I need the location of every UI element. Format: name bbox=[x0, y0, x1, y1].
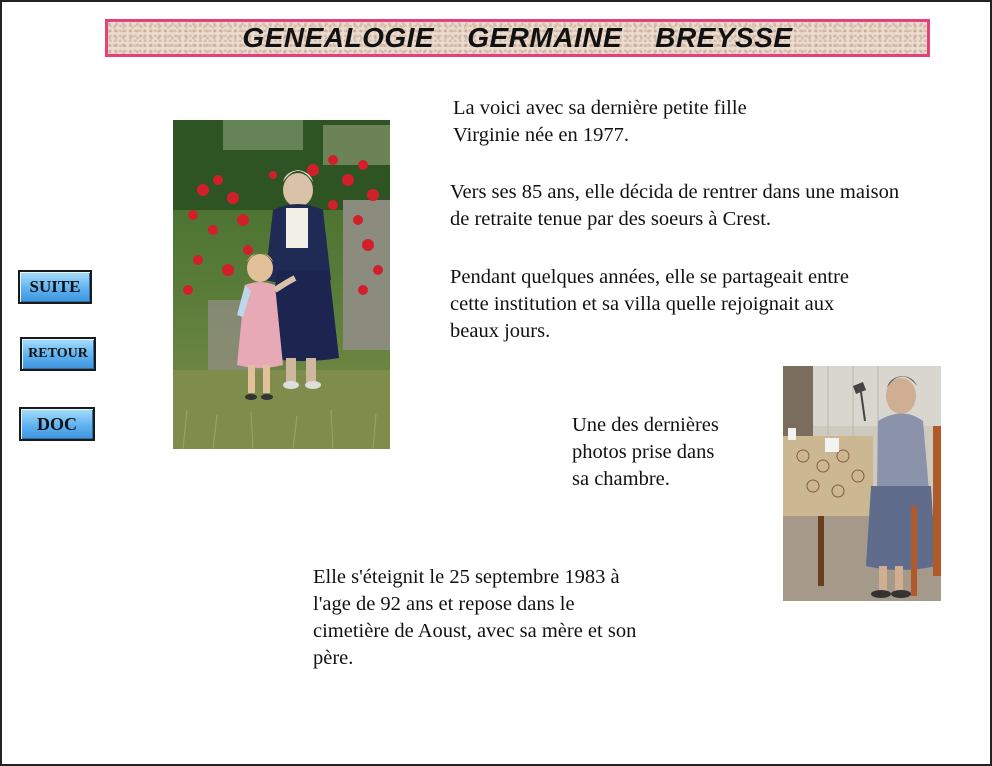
caption-room-photo: Une des dernières photos prise dans sa c… bbox=[572, 412, 772, 493]
text-line: sa chambre. bbox=[572, 468, 670, 490]
paragraph-death: Elle s'éteignit le 25 septembre 1983 à l… bbox=[313, 564, 703, 672]
text-line: Virginie née en 1977. bbox=[453, 124, 630, 146]
photo-room-portrait bbox=[783, 366, 941, 601]
paragraph-retirement: Vers ses 85 ans, elle décida de rentrer … bbox=[450, 179, 970, 233]
page-frame: GENEALOGIE GERMAINE BREYSSE SUITE RETOUR… bbox=[0, 0, 992, 766]
text-line: père. bbox=[313, 647, 354, 669]
paragraph-granddaughter: La voici avec sa dernière petite fille V… bbox=[453, 95, 873, 149]
text-line: Elle s'éteignit le 25 septembre 1983 à bbox=[313, 566, 620, 588]
text-line: l'age de 92 ans et repose dans le bbox=[313, 593, 575, 615]
paragraph-villa: Pendant quelques années, elle se partage… bbox=[450, 264, 920, 345]
doc-button[interactable]: DOC bbox=[19, 407, 95, 441]
text-line: cimetière de Aoust, avec sa mère et son bbox=[313, 620, 637, 642]
text-line: beaux jours. bbox=[450, 320, 551, 342]
text-line: Vers ses 85 ans, elle décida de rentrer … bbox=[450, 181, 900, 203]
text-line: photos prise dans bbox=[572, 441, 715, 463]
text-line: Une des dernières bbox=[572, 414, 719, 436]
text-line: de retraite tenue par des soeurs à Crest… bbox=[450, 208, 772, 230]
text-line: La voici avec sa dernière petite fille bbox=[453, 97, 747, 119]
page-title: GENEALOGIE GERMAINE BREYSSE bbox=[242, 22, 793, 53]
title-banner: GENEALOGIE GERMAINE BREYSSE bbox=[105, 19, 930, 57]
retour-button[interactable]: RETOUR bbox=[20, 337, 96, 371]
suite-button[interactable]: SUITE bbox=[18, 270, 92, 304]
text-line: cette institution et sa villa quelle rej… bbox=[450, 293, 835, 315]
text-line: Pendant quelques années, elle se partage… bbox=[450, 266, 850, 288]
photo-grandmother-granddaughter bbox=[173, 120, 390, 449]
